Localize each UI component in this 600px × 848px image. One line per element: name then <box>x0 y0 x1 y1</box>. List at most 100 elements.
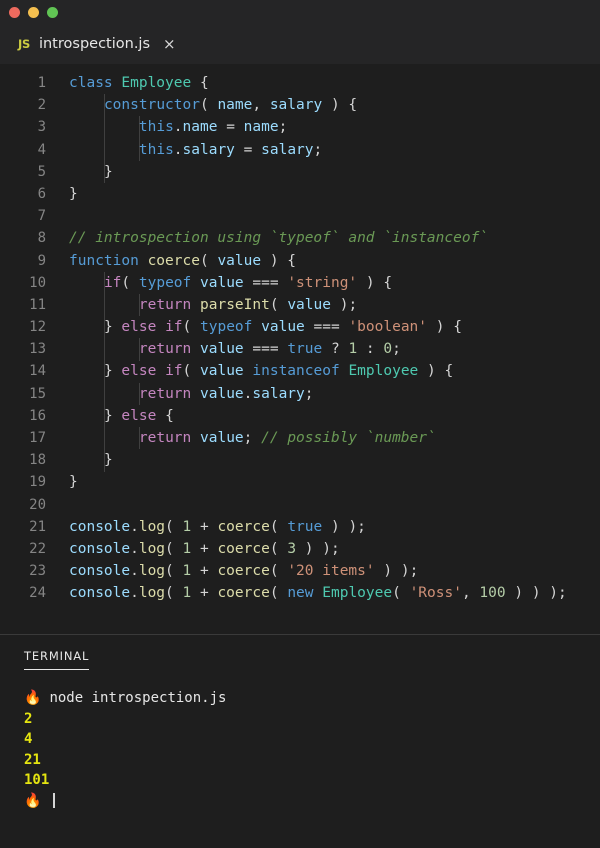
code-text: this.name = name; <box>138 119 288 136</box>
code-text: console.log( 1 + coerce( 3 ) ); <box>69 540 340 557</box>
code-line: 16 } else { <box>0 405 600 427</box>
code-line: 2 constructor( name, salary ) { <box>0 94 600 116</box>
code-text: this.salary = salary; <box>138 141 323 158</box>
code-text: function coerce( value ) { <box>69 252 297 269</box>
line-number: 5 <box>37 163 46 180</box>
line-number: 4 <box>37 141 46 158</box>
fire-prompt-icon: 🔥 <box>24 792 42 809</box>
line-number: 23 <box>29 563 46 580</box>
terminal-line: 🔥 node introspection.js <box>24 688 600 709</box>
terminal-panel[interactable]: TERMINAL 🔥 node introspection.js 2 4 21 101 🔥 <box>0 635 600 848</box>
code-text: constructor( name, salary ) { <box>103 97 358 114</box>
code-line: 4 this.salary = salary; <box>0 139 600 161</box>
code-text: } else if( typeof value === 'boolean' ) … <box>103 319 462 336</box>
code-line: 19} <box>0 471 600 493</box>
line-number: 13 <box>29 341 46 358</box>
code-line: 12 } else if( typeof value === 'boolean'… <box>0 316 600 338</box>
code-text: return value; // possibly `number` <box>138 430 436 446</box>
line-number: 18 <box>29 452 46 469</box>
code-text: if( typeof value === 'string' ) { <box>103 274 393 291</box>
code-line: 24 console.log( 1 + coerce( new Employee(… <box>0 582 600 604</box>
code-line: 15 return value.salary; <box>0 383 600 405</box>
line-number: 10 <box>29 274 46 291</box>
terminal-output-value: 2 <box>24 710 33 727</box>
line-number: 22 <box>29 540 46 557</box>
terminal-line: 21 <box>24 750 600 771</box>
close-tab-icon[interactable]: × <box>163 36 176 52</box>
code-editor[interactable]: 1 class Employee { 2 constructor( name, sa… <box>0 64 600 634</box>
code-line: 13 return value === true ? 1 : 0; <box>0 338 600 360</box>
code-text: return value.salary; <box>138 385 314 402</box>
line-number: 1 <box>37 75 46 91</box>
code-line: 11 return parseInt( value ); <box>0 294 600 316</box>
tab-bar: JS introspection.js × <box>0 24 600 64</box>
terminal-line: 🔥 <box>24 791 600 812</box>
line-number: 2 <box>37 97 46 114</box>
tab-introspection-js[interactable]: JS introspection.js × <box>0 24 190 64</box>
code-text: } else if( value instanceof Employee ) { <box>103 363 454 380</box>
line-number: 21 <box>29 518 46 535</box>
line-number: 9 <box>37 252 46 269</box>
code-line: 5 } <box>0 161 600 183</box>
terminal-output-value: 4 <box>24 731 33 747</box>
terminal-line: 4 <box>24 729 600 750</box>
code-line: 22 console.log( 1 + coerce( 3 ) ); <box>0 538 600 560</box>
code-text: // introspection using `typeof` and `ins… <box>69 230 489 247</box>
terminal-line: 101 <box>24 770 600 791</box>
code-line: 3 this.name = name; <box>0 116 600 138</box>
line-number: 12 <box>29 319 46 336</box>
code-line: 10 if( typeof value === 'string' ) { <box>0 272 600 294</box>
code-line: 23 console.log( 1 + coerce( '20 items' ) … <box>0 560 600 582</box>
line-number: 19 <box>29 474 46 491</box>
panel-tab-bar: TERMINAL <box>24 649 600 670</box>
maximize-window-button[interactable] <box>47 6 58 18</box>
line-number: 3 <box>37 119 46 136</box>
line-number: 14 <box>29 363 46 380</box>
code-line: 7 <box>0 205 600 227</box>
fire-prompt-icon: 🔥 <box>24 690 42 707</box>
code-line: 17 return value; // possibly `number` <box>0 427 600 449</box>
terminal-line: 2 <box>24 709 600 730</box>
code-line: 18 } <box>0 449 600 471</box>
code-text: return value === true ? 1 : 0; <box>138 341 401 358</box>
code-line: 9 function coerce( value ) { <box>0 250 600 272</box>
line-number: 11 <box>29 296 46 313</box>
code-text: console.log( 1 + coerce( new Employee( '… <box>69 585 567 602</box>
line-number: 17 <box>29 430 46 446</box>
code-line: 6} <box>0 183 600 205</box>
code-text: console.log( 1 + coerce( '20 items' ) ); <box>69 563 419 580</box>
tab-label: introspection.js <box>38 36 151 52</box>
code-lines: 1 class Employee { 2 constructor( name, sa… <box>0 72 600 605</box>
terminal-cursor <box>53 793 56 809</box>
code-text: return parseInt( value ); <box>138 296 358 313</box>
code-text: class Employee { <box>69 75 209 91</box>
line-number: 7 <box>37 208 46 225</box>
code-text: } else { <box>103 407 174 424</box>
code-text: } <box>69 185 78 202</box>
javascript-file-icon: JS <box>18 37 30 51</box>
editor-window: JS introspection.js × 1 class Employee { 2… <box>0 0 600 848</box>
code-line: 21 console.log( 1 + coerce( true ) ); <box>0 516 600 538</box>
code-line: 14 } else if( value instanceof Employee … <box>0 360 600 382</box>
line-number: 16 <box>29 407 46 424</box>
minimize-window-button[interactable] <box>28 6 39 18</box>
code-text: } <box>103 163 113 180</box>
code-line: 20 <box>0 494 600 516</box>
code-line: 8 // introspection using `typeof` and `in… <box>0 227 600 249</box>
line-number: 24 <box>29 585 46 602</box>
tab-terminal[interactable]: TERMINAL <box>24 649 90 670</box>
line-number: 6 <box>37 185 46 202</box>
title-bar <box>0 0 600 24</box>
terminal-output-value: 101 <box>24 772 50 788</box>
line-number: 20 <box>29 496 46 513</box>
code-text: console.log( 1 + coerce( true ) ); <box>69 518 366 535</box>
line-number: 8 <box>37 230 46 247</box>
code-text: } <box>69 474 78 491</box>
terminal-output-value: 21 <box>24 751 41 768</box>
close-window-button[interactable] <box>9 6 20 18</box>
line-number: 15 <box>29 385 46 402</box>
terminal-output: 🔥 node introspection.js 2 4 21 101 🔥 <box>24 688 600 811</box>
terminal-command: node introspection.js <box>49 690 227 706</box>
